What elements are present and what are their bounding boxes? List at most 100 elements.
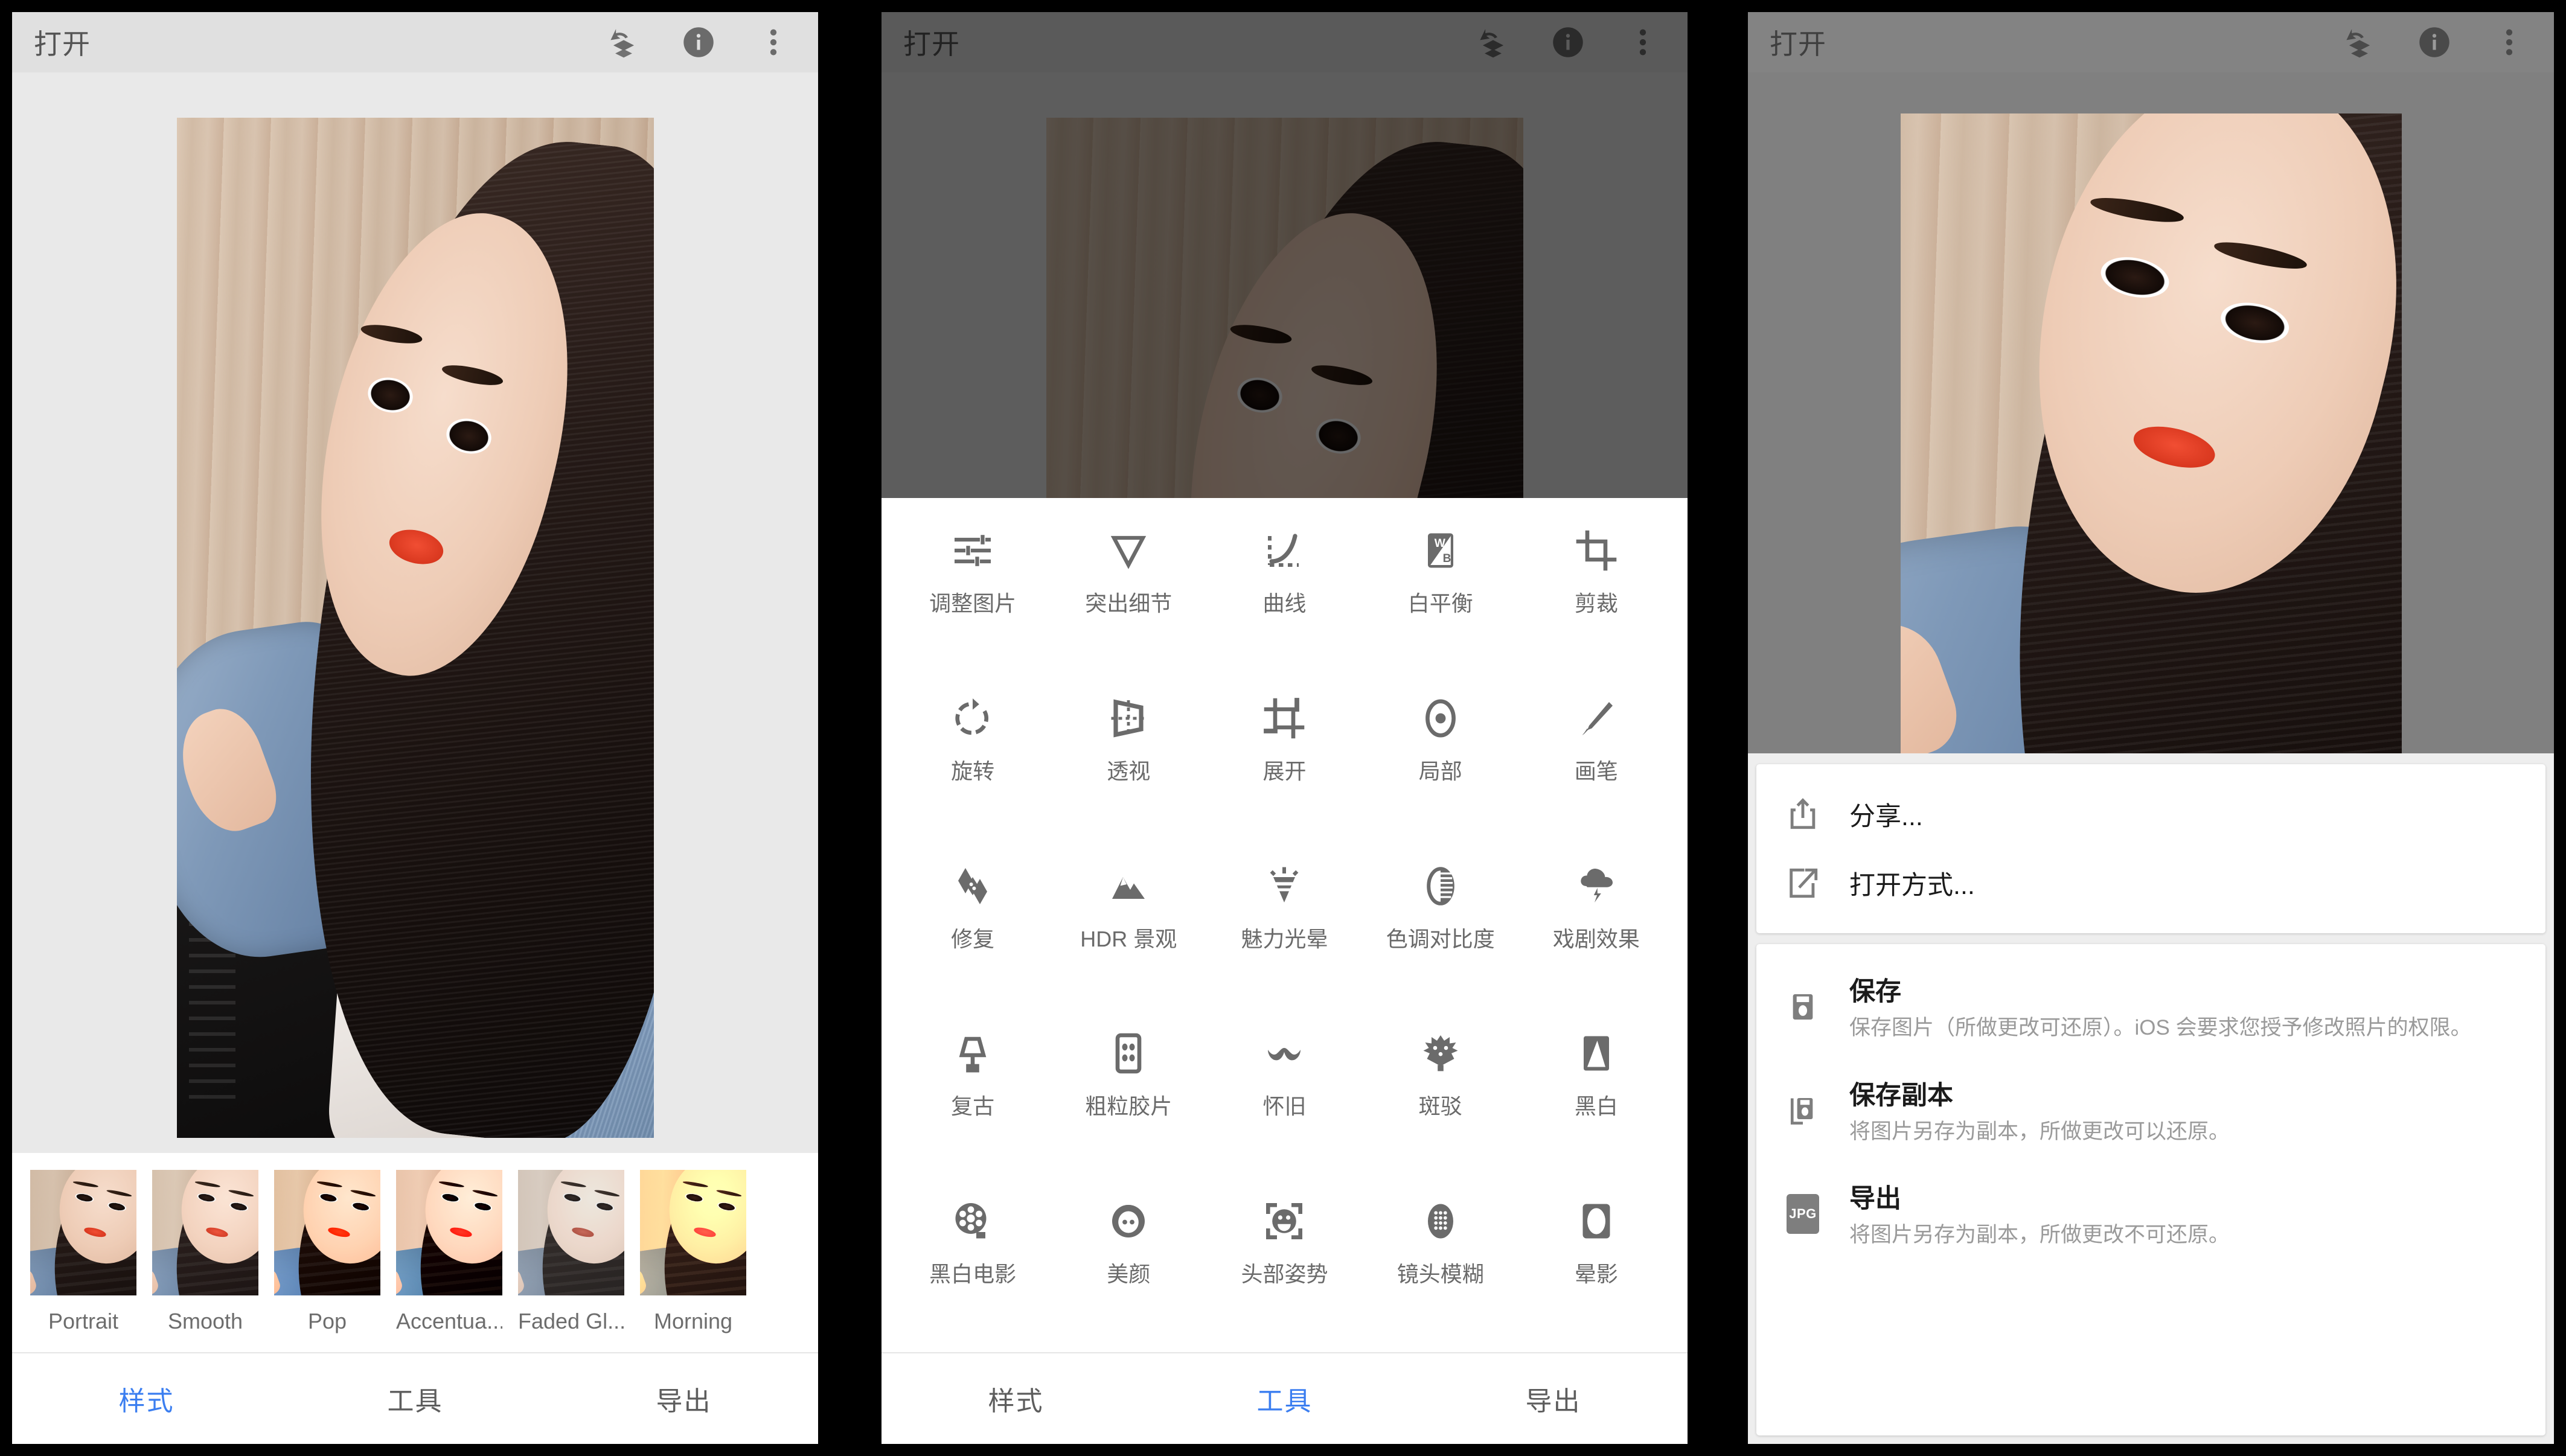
menu-item-share[interactable]: 分享... [1756, 780, 2545, 849]
style-thumb-label: Faded Gl... [518, 1309, 624, 1333]
menu-item-text: 分享... [1849, 796, 2519, 833]
tab-tools[interactable]: 工具 [1150, 1379, 1419, 1418]
menu-card-save-group: 保存 保存图片（所做更改可还原）。iOS 会要求您授予修改照片的权限。 保存副本… [1756, 944, 2545, 1435]
grainy-film-icon [1107, 1027, 1150, 1079]
style-thumb[interactable]: Pop [274, 1170, 380, 1334]
jpg-badge-label: JPG [1787, 1194, 1819, 1234]
tool-retrolux[interactable]: 怀旧 [1206, 1017, 1362, 1184]
style-thumb[interactable]: Smooth [152, 1170, 258, 1334]
tool-glamour-glow[interactable]: 魅力光晕 [1206, 849, 1362, 1017]
appbar-actions [1476, 25, 1666, 59]
overflow-menu-icon[interactable] [1626, 25, 1660, 59]
open-external-icon [1783, 866, 1823, 901]
menu-item-title: 保存副本 [1849, 1081, 1953, 1110]
tool-hdr-scape[interactable]: HDR 景观 [1051, 849, 1206, 1017]
tool-label: 色调对比度 [1386, 926, 1495, 951]
tool-selective[interactable]: 局部 [1363, 682, 1518, 849]
style-thumb-image [30, 1170, 136, 1295]
tool-white-balance[interactable]: W B 白平衡 [1363, 514, 1518, 682]
tool-label: 粗粒胶片 [1085, 1094, 1173, 1119]
tool-label: 调整图片 [929, 591, 1017, 616]
jpg-badge-icon: JPG [1783, 1194, 1823, 1234]
menu-item-description: 保存图片（所做更改可还原）。iOS 会要求您授予修改照片的权限。 [1849, 1016, 2472, 1039]
tool-vignette[interactable]: 晕影 [1518, 1184, 1674, 1352]
share-upload-icon [1783, 797, 1823, 832]
tool-label: 美颜 [1107, 1262, 1151, 1287]
style-thumb-image [152, 1170, 258, 1295]
details-triangle-icon [1107, 525, 1150, 576]
tab-styles[interactable]: 样式 [12, 1379, 281, 1418]
face-beauty-icon [1107, 1195, 1150, 1247]
tool-healing[interactable]: 修复 [895, 849, 1051, 1017]
tool-face-beauty[interactable]: 美颜 [1051, 1184, 1206, 1352]
tool-rotate[interactable]: 旋转 [895, 682, 1051, 849]
tool-head-pose[interactable]: 头部姿势 [1206, 1184, 1362, 1352]
hdr-scape-icon [1107, 860, 1150, 912]
tool-drama[interactable]: 戏剧效果 [1518, 849, 1674, 1017]
style-thumb[interactable]: Accentua... [396, 1170, 502, 1334]
overflow-menu-icon[interactable] [757, 25, 790, 59]
menu-item-description: 将图片另存为副本，所做更改不可还原。 [1849, 1223, 2230, 1247]
export-action-menu: 分享... 打开方式... 保存 保存图片（所做更改可还原）。iOS 会要求您授… [1748, 753, 2554, 1444]
tab-export[interactable]: 导出 [1419, 1379, 1688, 1418]
tab-tools[interactable]: 工具 [281, 1379, 549, 1418]
photo-canvas[interactable] [12, 72, 818, 1153]
tool-tonal-contrast[interactable]: 色调对比度 [1363, 849, 1518, 1017]
undo-stack-icon[interactable] [1476, 25, 1510, 59]
tool-perspective[interactable]: 透视 [1051, 682, 1206, 849]
menu-item-save-copy[interactable]: 保存副本 将图片另存为副本，所做更改可以还原。 [1756, 1059, 2545, 1163]
crop-icon [1575, 525, 1618, 576]
tool-expand[interactable]: 展开 [1206, 682, 1362, 849]
tool-grainy-film[interactable]: 粗粒胶片 [1051, 1017, 1206, 1184]
style-thumb[interactable]: Faded Gl... [518, 1170, 624, 1334]
tool-lens-blur[interactable]: 镜头模糊 [1363, 1184, 1518, 1352]
black-white-icon [1575, 1027, 1618, 1079]
tab-styles[interactable]: 样式 [881, 1379, 1150, 1418]
info-icon[interactable] [2417, 25, 2451, 59]
phone-panel-export-menu: 打开 分享... 打开方式... 保存 保存图片（所做更改可还原）。iOS 会要… [1748, 12, 2554, 1444]
style-thumb-image [274, 1170, 380, 1295]
style-thumb[interactable]: Portrait [30, 1170, 136, 1334]
menu-item-export[interactable]: JPG 导出 将图片另存为副本，所做更改不可还原。 [1756, 1162, 2545, 1266]
tool-tune-image[interactable]: 调整图片 [895, 514, 1051, 682]
undo-stack-icon[interactable] [607, 25, 641, 59]
info-icon[interactable] [682, 25, 715, 59]
tool-label: 剪裁 [1574, 591, 1618, 616]
appbar-actions [607, 25, 796, 59]
overflow-menu-icon[interactable] [2492, 25, 2526, 59]
menu-item-open-with[interactable]: 打开方式... [1756, 849, 2545, 918]
info-icon[interactable] [1551, 25, 1585, 59]
tool-details[interactable]: 突出细节 [1051, 514, 1206, 682]
tool-label: 旋转 [951, 758, 995, 784]
phone-panel-styles: 打开 Portrait Smooth Pop Accentua... Faded… [12, 12, 818, 1444]
tool-grunge[interactable]: 斑驳 [1363, 1017, 1518, 1184]
tool-black-white[interactable]: 黑白 [1518, 1017, 1674, 1184]
white-balance-icon: W B [1419, 525, 1462, 576]
tonal-contrast-icon [1419, 860, 1462, 912]
menu-item-save[interactable]: 保存 保存图片（所做更改可还原）。iOS 会要求您授予修改照片的权限。 [1756, 955, 2545, 1059]
grunge-icon [1419, 1027, 1462, 1079]
tool-label: 透视 [1107, 758, 1151, 784]
vignette-icon [1575, 1195, 1618, 1247]
main-photo[interactable] [176, 118, 654, 1138]
tools-grid: 调整图片 突出细节 曲线 W B 白平衡 剪裁 旋转 透视 展开 局部 画笔 修… [881, 498, 1688, 1352]
menu-item-title: 保存 [1849, 977, 1901, 1006]
tool-noir[interactable]: 黑白电影 [895, 1184, 1051, 1352]
style-thumb[interactable]: Morning [640, 1170, 746, 1334]
tool-crop[interactable]: 剪裁 [1518, 514, 1674, 682]
undo-stack-icon[interactable] [2343, 25, 2376, 59]
app-bar: 打开 [881, 12, 1688, 72]
tool-label: 突出细节 [1085, 591, 1173, 616]
style-thumb-image [518, 1170, 624, 1295]
page-title: 打开 [903, 28, 960, 60]
tool-label: 晕影 [1574, 1262, 1618, 1287]
style-thumbnail-strip[interactable]: Portrait Smooth Pop Accentua... Faded Gl… [12, 1153, 818, 1352]
tool-vintage[interactable]: 复古 [895, 1017, 1051, 1184]
menu-item-text: 打开方式... [1849, 864, 2519, 902]
style-thumb-label: Morning [653, 1309, 733, 1333]
tool-brush[interactable]: 画笔 [1518, 682, 1674, 849]
tool-curves[interactable]: 曲线 [1206, 514, 1362, 682]
style-thumb-label: Accentua... [396, 1309, 502, 1333]
tab-export[interactable]: 导出 [549, 1379, 818, 1418]
portrait-artwork [176, 118, 654, 1138]
